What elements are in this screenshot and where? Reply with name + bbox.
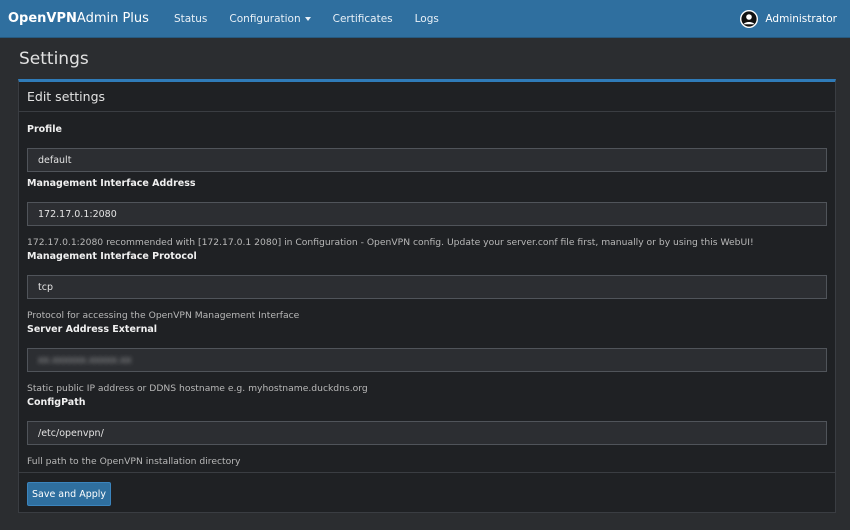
nav-logs[interactable]: Logs bbox=[404, 13, 450, 25]
mgmt-protocol-help: Protocol for accessing the OpenVPN Manag… bbox=[27, 310, 300, 321]
brand-logo[interactable]: OpenVPNAdmin Plus bbox=[0, 11, 149, 26]
mgmt-address-group: Management Interface Address 172.17.0.1:… bbox=[27, 178, 827, 248]
profile-group: Profile default bbox=[27, 124, 827, 172]
profile-label: Profile bbox=[27, 124, 62, 135]
panel-footer: Save and Apply bbox=[19, 472, 835, 514]
profile-input[interactable]: default bbox=[27, 148, 827, 172]
user-menu[interactable]: Administrator bbox=[740, 9, 850, 28]
configpath-help: Full path to the OpenVPN installation di… bbox=[27, 456, 241, 467]
mgmt-protocol-group: Management Interface Protocol tcp Protoc… bbox=[27, 251, 827, 321]
mgmt-address-help: 172.17.0.1:2080 recommended with [172.17… bbox=[27, 237, 754, 248]
settings-panel: Edit settings Profile default Management… bbox=[18, 79, 836, 513]
server-address-label: Server Address External bbox=[27, 324, 158, 335]
mgmt-protocol-input[interactable]: tcp bbox=[27, 275, 827, 299]
server-address-group: Server Address External xx.xxxxxx.xxxxx.… bbox=[27, 324, 827, 394]
mgmt-address-label: Management Interface Address bbox=[27, 178, 196, 189]
save-and-apply-button[interactable]: Save and Apply bbox=[27, 482, 111, 506]
user-avatar-icon bbox=[740, 9, 759, 28]
user-name: Administrator bbox=[765, 12, 837, 25]
panel-title: Edit settings bbox=[19, 82, 835, 112]
configpath-label: ConfigPath bbox=[27, 397, 86, 408]
configpath-input[interactable]: /etc/openvpn/ bbox=[27, 421, 827, 445]
page-title: Settings bbox=[19, 49, 89, 69]
mgmt-address-input[interactable]: 172.17.0.1:2080 bbox=[27, 202, 827, 226]
caret-down-icon bbox=[304, 16, 311, 21]
server-address-redacted: xx.xxxxxx.xxxxx.xx bbox=[38, 354, 132, 366]
server-address-help: Static public IP address or DDNS hostnam… bbox=[27, 383, 368, 394]
server-address-input[interactable]: xx.xxxxxx.xxxxx.xx bbox=[27, 348, 827, 372]
configpath-group: ConfigPath /etc/openvpn/ Full path to th… bbox=[27, 397, 827, 467]
mgmt-protocol-label: Management Interface Protocol bbox=[27, 251, 197, 262]
top-navbar: OpenVPNAdmin Plus Status Configuration C… bbox=[0, 0, 850, 38]
nav-status[interactable]: Status bbox=[163, 13, 218, 25]
nav-configuration-dropdown[interactable]: Configuration bbox=[218, 13, 321, 25]
nav-certificates[interactable]: Certificates bbox=[322, 13, 404, 25]
